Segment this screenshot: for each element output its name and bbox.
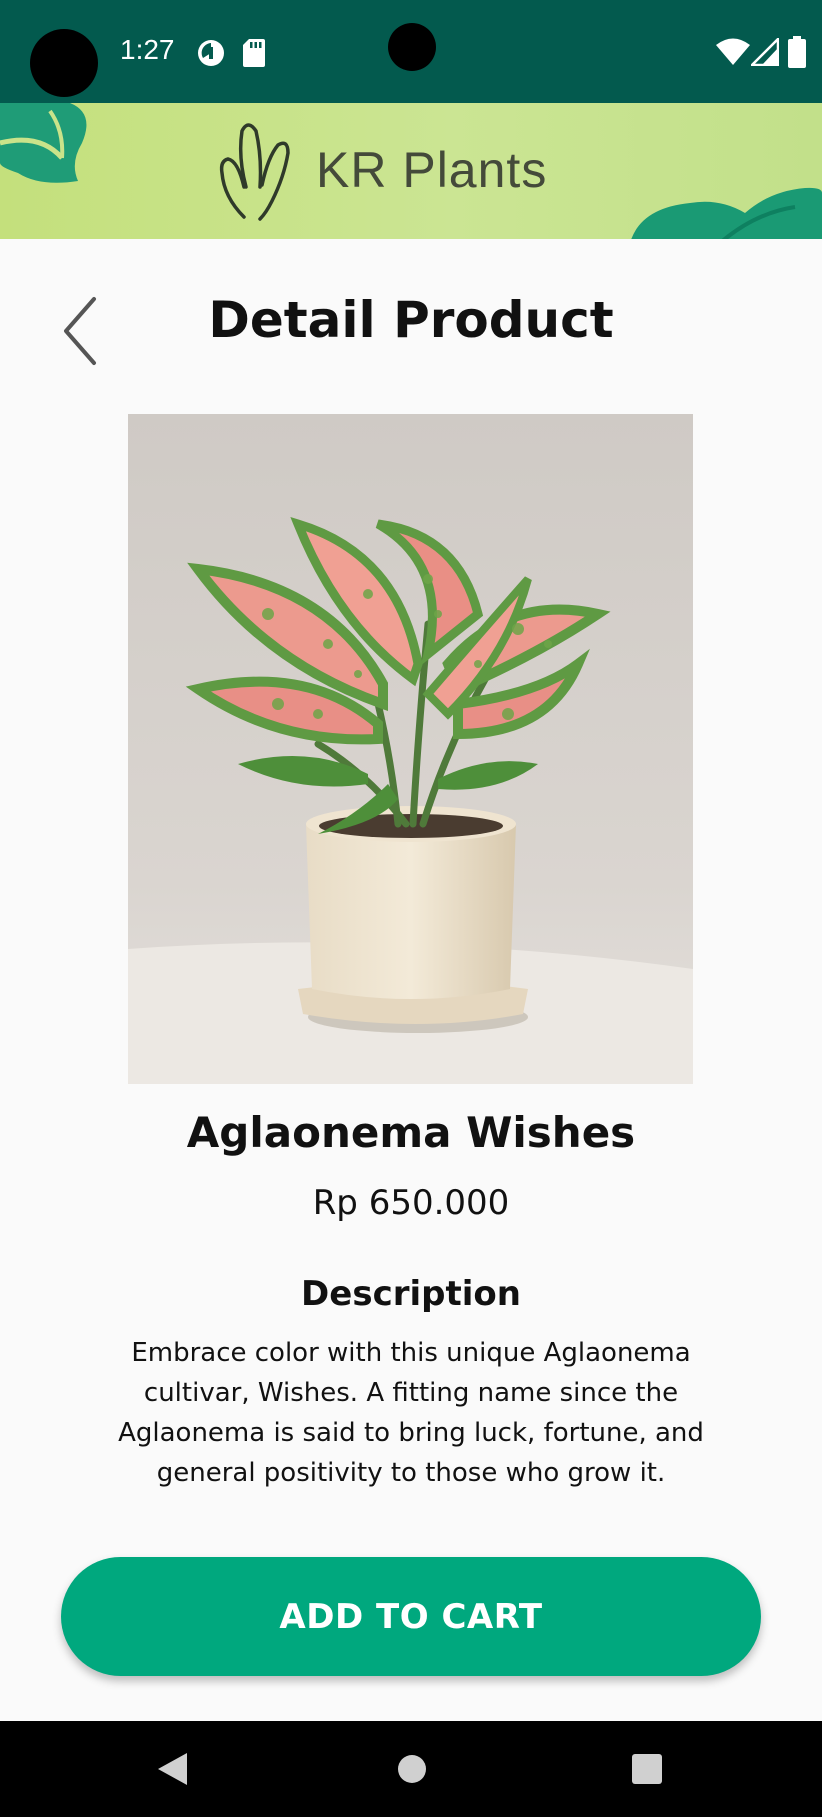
brand-banner: KR Plants	[0, 103, 822, 239]
data-saver-icon	[198, 40, 224, 66]
product-name: Aglaonema Wishes	[186, 1108, 636, 1157]
description-text: Embrace color with this unique Aglaonema…	[118, 1338, 704, 1488]
wifi-icon	[716, 38, 750, 65]
signal-icon	[751, 38, 779, 66]
camera-cutout-left	[30, 29, 98, 97]
status-bar: 1:27	[0, 0, 822, 103]
page-header: Detail Product	[0, 239, 822, 409]
home-circle-icon[interactable]	[396, 1753, 428, 1785]
battery-icon	[788, 36, 806, 68]
status-time: 1:27	[120, 34, 175, 65]
app-screen: 1:27 KR Plants Detail Product Aglaonema …	[0, 0, 822, 1817]
sd-card-icon	[243, 39, 265, 67]
product-price: Rp 650.000	[312, 1183, 510, 1223]
brand-name: KR Plants	[316, 142, 548, 198]
add-to-cart-button[interactable]: ADD TO CART	[61, 1557, 761, 1676]
hand-leaf-logo-icon	[219, 123, 290, 221]
product-image	[128, 414, 693, 1084]
recents-square-icon[interactable]	[631, 1753, 663, 1785]
camera-cutout-center	[388, 23, 436, 71]
plant-illustration	[128, 414, 693, 1084]
leaf-decoration-left	[0, 103, 87, 183]
page-title: Detail Product	[208, 291, 614, 349]
leaf-decoration-right	[631, 187, 822, 239]
back-triangle-icon[interactable]	[155, 1751, 191, 1787]
system-nav-bar	[0, 1721, 822, 1817]
description-heading: Description	[301, 1274, 521, 1314]
